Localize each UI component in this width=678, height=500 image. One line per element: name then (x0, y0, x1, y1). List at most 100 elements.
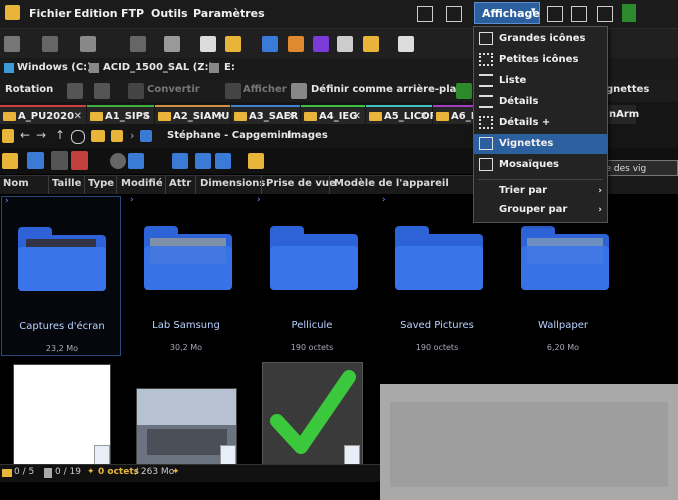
set-wallpaper-button[interactable]: Définir comme arrière-plan (311, 84, 464, 95)
tab-a4-ieg[interactable]: A4_IEG ✕ (301, 105, 365, 124)
checklist-icon[interactable] (262, 36, 278, 52)
menu-item-small-icons[interactable]: Petites icônes (474, 50, 607, 70)
nds-icon[interactable] (313, 36, 329, 52)
photo-icon[interactable] (195, 153, 211, 169)
favorites-icon[interactable] (2, 153, 18, 169)
menu-fichier[interactable]: Fichier (29, 7, 71, 20)
col-attr[interactable]: Attr (169, 178, 191, 189)
pin-icon[interactable] (2, 129, 14, 143)
layout-icon[interactable] (446, 6, 462, 22)
convert-button[interactable]: Convertir (147, 84, 200, 95)
col-dimensions[interactable]: Dimensions (200, 178, 265, 189)
folder-blue-icon[interactable] (215, 153, 231, 169)
bookmark-icon[interactable] (111, 130, 123, 142)
close-icon[interactable]: ✕ (353, 107, 361, 126)
expand-arrow-icon[interactable]: › (130, 195, 134, 205)
tab-a-pu2020[interactable]: A_PU2020 ✕ (0, 105, 86, 124)
panel-icon[interactable] (547, 6, 563, 22)
col-modele[interactable]: Modèle de l'appareil (334, 178, 449, 189)
rotate-left-icon[interactable] (67, 83, 83, 99)
convert-icon[interactable] (128, 83, 144, 99)
menu-parametres[interactable]: Paramètres (193, 7, 265, 20)
menu-item-details[interactable]: Détails (474, 92, 607, 112)
view-menu-button[interactable]: Affichage ▾ (474, 2, 540, 24)
close-icon[interactable]: ✕ (288, 107, 296, 126)
column-divider[interactable] (48, 176, 49, 194)
col-prise-de-vue[interactable]: Prise de vue (266, 178, 336, 189)
dual-pane-icon[interactable] (417, 6, 433, 22)
drive-windows[interactable]: Windows (C:) (17, 62, 92, 73)
menu-ftp[interactable]: FTP (121, 7, 144, 20)
green-panel-icon[interactable] (622, 4, 636, 22)
column-divider[interactable] (261, 176, 262, 194)
expand-arrow-icon[interactable]: › (5, 196, 9, 206)
refresh-icon[interactable] (71, 130, 85, 144)
sync-icon[interactable] (398, 36, 414, 52)
grid-view-icon[interactable] (597, 6, 613, 22)
column-divider[interactable] (116, 176, 117, 194)
compare-icon[interactable] (288, 36, 304, 52)
path-segment[interactable]: Images (287, 130, 328, 141)
col-modifie[interactable]: Modifié (121, 178, 163, 189)
up-icon[interactable]: ↑ (55, 128, 65, 142)
menu-item-sort-by[interactable]: Trier par › (474, 181, 607, 201)
rotate-right-icon[interactable] (94, 83, 110, 99)
delete-icon[interactable] (130, 36, 146, 52)
new-file-icon[interactable] (200, 36, 216, 52)
menu-item-large-icons[interactable]: Grandes icônes (474, 29, 607, 49)
print-icon[interactable] (80, 36, 96, 52)
crosshair-icon[interactable] (110, 153, 126, 169)
new-folder-icon[interactable] (225, 36, 241, 52)
image-thumbnail[interactable] (13, 364, 111, 466)
tab-a1-sips[interactable]: A1_SIPS ✕ (87, 105, 154, 124)
folder-item[interactable]: › Lab Samsung 30,2 Mo (126, 195, 246, 356)
network-icon[interactable] (128, 153, 144, 169)
tab-a5-licorn[interactable]: A5_LICORN ✕ (366, 105, 446, 126)
column-divider[interactable] (195, 176, 196, 194)
cloud-icon[interactable] (337, 36, 353, 52)
image-thumbnail[interactable] (262, 362, 363, 466)
close-icon[interactable]: ✕ (74, 107, 82, 126)
expand-arrow-icon[interactable]: › (257, 195, 261, 205)
close-icon[interactable]: ✕ (420, 107, 428, 126)
folder-tree-icon[interactable] (91, 130, 105, 142)
column-divider[interactable] (329, 176, 330, 194)
wallpaper-icon[interactable] (291, 83, 307, 99)
search-icon[interactable] (164, 36, 180, 52)
menu-item-list[interactable]: Liste (474, 71, 607, 91)
calendar-28-icon[interactable] (71, 151, 88, 170)
col-type[interactable]: Type (88, 178, 114, 189)
drive-acid[interactable]: ACID_1500_SAL (Z:) (103, 62, 213, 73)
filter-icon[interactable] (172, 153, 188, 169)
expand-arrow-icon[interactable]: › (382, 195, 386, 205)
menu-outils[interactable]: Outils (151, 7, 188, 20)
column-divider[interactable] (165, 176, 166, 194)
folder-item[interactable]: › Pellicule 190 octets (252, 195, 372, 356)
copy-icon[interactable] (4, 36, 20, 52)
sidebar-icon[interactable] (571, 6, 587, 22)
settings-folder-icon[interactable] (363, 36, 379, 52)
image-thumbnail[interactable] (136, 388, 237, 466)
tab-partial-right[interactable]: nArm (606, 105, 639, 124)
back-icon[interactable]: ← (20, 128, 30, 142)
menu-item-details-thumbnails[interactable]: Détails + Vignettes (474, 113, 607, 148)
path-segment[interactable]: Stéphane - Capgemini (167, 130, 291, 141)
menu-edition[interactable]: Edition (74, 7, 118, 20)
folder-item[interactable]: › Captures d'écran 23,2 Mo (1, 196, 121, 356)
thumbnails-button-partial[interactable]: gnettes (606, 84, 649, 95)
menu-item-thumbnails[interactable]: Vignettes (474, 134, 607, 154)
forward-icon[interactable]: → (36, 128, 46, 142)
column-divider[interactable] (84, 176, 85, 194)
sharepoint-icon[interactable] (27, 152, 44, 169)
show-button[interactable]: Afficher (243, 84, 287, 95)
close-icon[interactable]: ✕ (218, 107, 226, 126)
tab-a3-saer[interactable]: A3_SAER ✕ (231, 105, 300, 124)
menu-item-group-by[interactable]: Grouper par › (474, 200, 607, 220)
tab-a2-siamu[interactable]: A2_SIAMU ✕ (155, 105, 230, 124)
open-folder-icon[interactable] (248, 153, 264, 169)
menu-item-tiles[interactable]: Mosaïques (474, 155, 607, 175)
green-view-icon[interactable] (456, 83, 472, 99)
drive-e[interactable]: E: (224, 62, 235, 73)
calendar-icon[interactable] (51, 151, 68, 170)
col-taille[interactable]: Taille (52, 178, 81, 189)
